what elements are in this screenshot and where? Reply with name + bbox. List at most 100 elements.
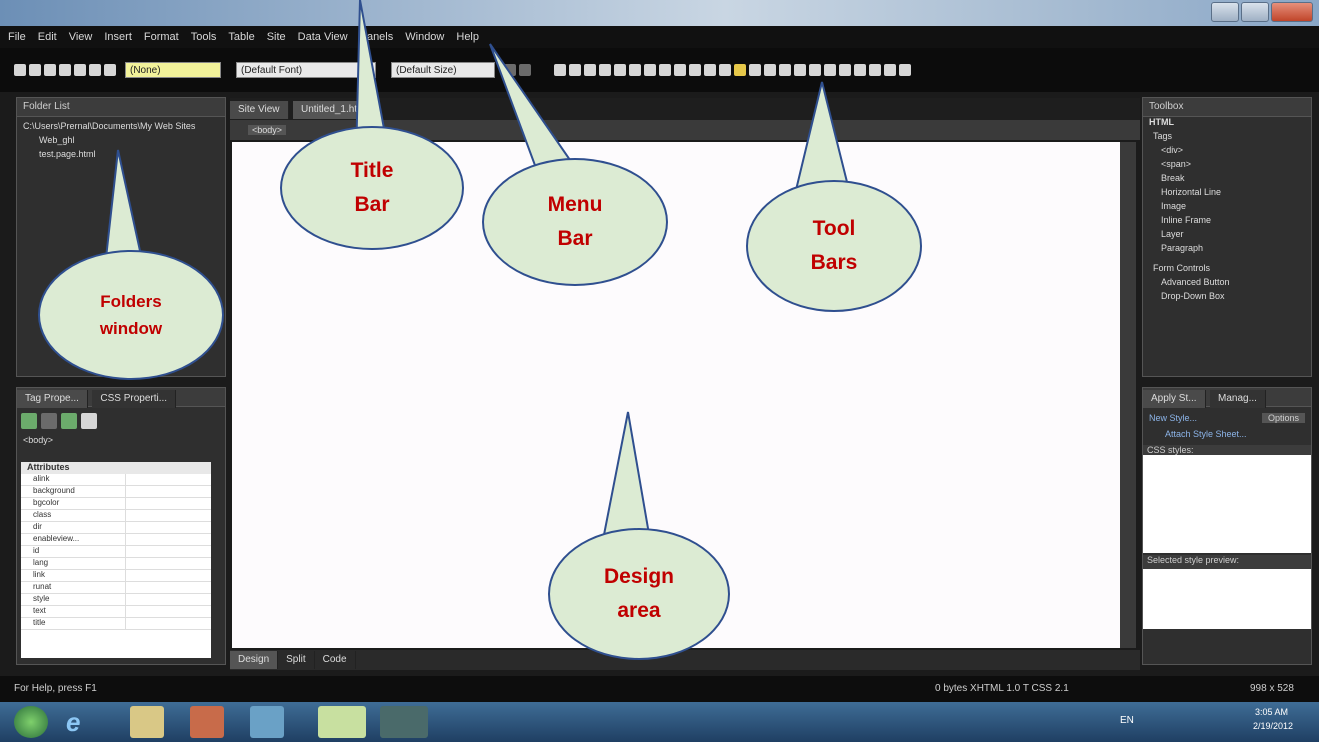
refresh-icon[interactable] [854,64,866,76]
attribute-row[interactable]: background [21,486,211,498]
tag-options-icon[interactable] [81,413,97,429]
align-center-icon[interactable] [614,64,626,76]
file-explorer-icon[interactable] [130,706,164,738]
toolbox-item[interactable]: Drop-Down Box [1143,291,1311,305]
highlight-icon[interactable] [734,64,746,76]
menu-insert[interactable]: Insert [104,31,132,43]
style-select[interactable]: (None) [125,62,221,78]
increase-indent-icon[interactable] [704,64,716,76]
close-button[interactable] [1271,2,1313,22]
app-icon[interactable] [380,706,428,738]
hyperlink-icon[interactable] [824,64,836,76]
toolbox-item[interactable]: Horizontal Line [1143,187,1311,201]
menu-table[interactable]: Table [228,31,254,43]
menu-window[interactable]: Window [405,31,444,43]
attribute-row[interactable]: id [21,546,211,558]
toolbox-item[interactable]: Image [1143,201,1311,215]
bold-icon[interactable] [554,64,566,76]
internet-explorer-icon[interactable]: e [66,706,100,738]
preview-icon[interactable] [89,64,101,76]
folder-path[interactable]: C:\Users\Prernal\Documents\My Web Sites [17,121,225,135]
attribute-row[interactable]: enableview... [21,534,211,546]
attribute-row[interactable]: link [21,570,211,582]
menu-tools[interactable]: Tools [191,31,217,43]
insert-table-icon[interactable] [779,64,791,76]
redo-icon[interactable] [519,64,531,76]
new-icon[interactable] [14,64,26,76]
justify-icon[interactable] [644,64,656,76]
toolbox-item[interactable]: Layer [1143,229,1311,243]
attribute-row[interactable]: bgcolor [21,498,211,510]
numbering-icon[interactable] [659,64,671,76]
tab-tag-properties[interactable]: Tag Prope... [17,390,88,408]
borders-icon[interactable] [719,64,731,76]
attribute-row[interactable]: style [21,594,211,606]
attach-style-sheet-link[interactable]: Attach Style Sheet... [1143,423,1311,439]
folder-icon[interactable] [44,64,56,76]
menu-site[interactable]: Site [267,31,286,43]
attribute-row[interactable]: text [21,606,211,618]
menu-edit[interactable]: Edit [38,31,57,43]
tab-css-properties[interactable]: CSS Properti... [92,390,177,408]
tab-site-view[interactable]: Site View [230,101,289,119]
toolbox-item[interactable]: <div> [1143,145,1311,159]
expression-web-icon[interactable] [318,706,366,738]
body-tag[interactable]: <body> [248,125,287,135]
toolbox-item[interactable]: Inline Frame [1143,215,1311,229]
attribute-row[interactable]: runat [21,582,211,594]
tray-date[interactable]: 2/19/2012 [1253,721,1293,731]
italic-icon[interactable] [569,64,581,76]
vertical-scrollbar[interactable] [1120,142,1136,648]
save-icon[interactable] [59,64,71,76]
attribute-row[interactable]: title [21,618,211,630]
show-tags-icon[interactable] [839,64,851,76]
attribute-row[interactable]: alink [21,474,211,486]
folder-item[interactable]: Web_ghl [17,135,225,149]
menu-file[interactable]: File [8,31,26,43]
toolbox-item[interactable]: <span> [1143,159,1311,173]
forward-icon[interactable] [884,64,896,76]
maximize-button[interactable] [1241,2,1269,22]
decrease-indent-icon[interactable] [689,64,701,76]
attribute-row[interactable]: lang [21,558,211,570]
categorized-icon[interactable] [21,413,37,429]
toolbox-item[interactable]: Break [1143,173,1311,187]
menu-help[interactable]: Help [456,31,479,43]
tab-manage-styles[interactable]: Manag... [1210,390,1266,408]
tab-untitled[interactable]: Untitled_1.htm [292,101,375,119]
align-right-icon[interactable] [629,64,641,76]
toolbox-item[interactable]: Advanced Button [1143,277,1311,291]
menu-panels[interactable]: Panels [360,31,394,43]
align-left-icon[interactable] [599,64,611,76]
size-select[interactable]: (Default Size) [391,62,495,78]
open-icon[interactable] [29,64,41,76]
menu-data-view[interactable]: Data View [298,31,348,43]
insert-picture-icon[interactable] [794,64,806,76]
tray-language[interactable]: EN [1120,715,1134,726]
print-icon[interactable] [104,64,116,76]
tab-apply-styles[interactable]: Apply St... [1143,390,1206,408]
attribute-row[interactable]: class [21,510,211,522]
tab-code[interactable]: Code [314,651,356,669]
menu-format[interactable]: Format [144,31,179,43]
file-item[interactable]: test.page.html [17,149,225,163]
show-set-icon[interactable] [61,413,77,429]
toolbox-group-2[interactable]: Form Controls [1143,263,1311,277]
draw-layer-icon[interactable] [809,64,821,76]
css-styles-list[interactable] [1143,455,1311,553]
bullets-icon[interactable] [674,64,686,76]
minimize-button[interactable] [1211,2,1239,22]
media-player-icon[interactable] [190,706,224,738]
attribute-row[interactable]: dir [21,522,211,534]
underline-icon[interactable] [584,64,596,76]
alphabetical-icon[interactable] [41,413,57,429]
layers-icon[interactable] [764,64,776,76]
tab-split[interactable]: Split [278,651,315,669]
tab-design[interactable]: Design [230,651,279,669]
publish-icon[interactable] [74,64,86,76]
back-icon[interactable] [869,64,881,76]
start-icon[interactable] [14,706,48,738]
toolbox-section[interactable]: HTML [1143,117,1311,131]
toolbar-options-icon[interactable] [899,64,911,76]
font-select[interactable]: (Default Font) [236,62,376,78]
